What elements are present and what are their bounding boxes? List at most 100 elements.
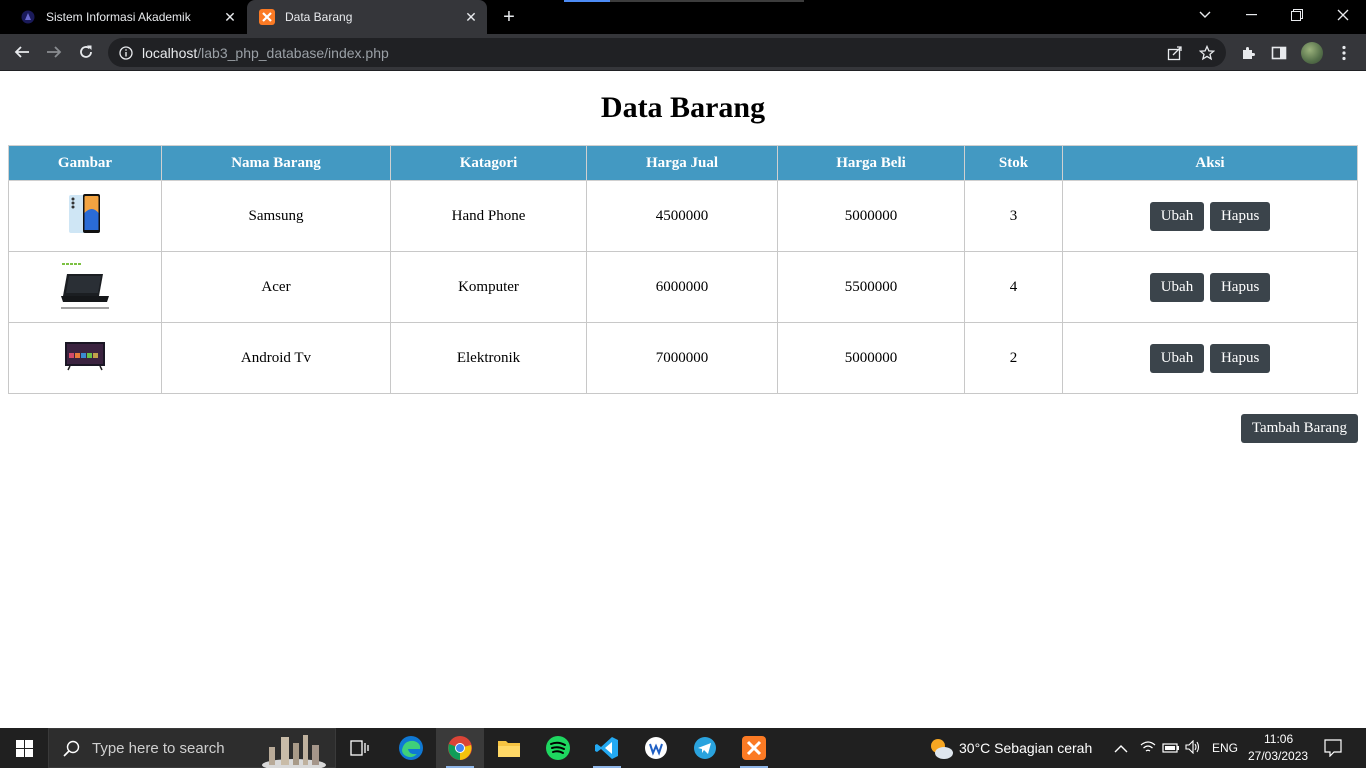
harga-jual-cell: 6000000 bbox=[586, 251, 778, 323]
stok-cell: 3 bbox=[964, 180, 1063, 252]
xampp-favicon-icon bbox=[259, 9, 275, 25]
menu-kebab-icon[interactable] bbox=[1333, 42, 1355, 64]
show-hidden-icons-chevron-icon[interactable] bbox=[1114, 741, 1128, 759]
delete-button[interactable]: Hapus bbox=[1209, 272, 1271, 302]
volume-icon[interactable] bbox=[1185, 739, 1201, 759]
clock-date[interactable]: 27/03/2023 bbox=[1248, 749, 1308, 763]
close-window-icon[interactable] bbox=[1320, 0, 1366, 30]
battery-icon[interactable] bbox=[1162, 741, 1180, 759]
tab-search-chevron-icon[interactable] bbox=[1182, 0, 1228, 30]
bookmark-star-icon[interactable] bbox=[1198, 44, 1216, 62]
tab-data-barang[interactable]: Data Barang ✕ bbox=[247, 0, 487, 34]
column-header-harga-beli: Harga Beli bbox=[777, 145, 965, 181]
extensions-puzzle-icon[interactable] bbox=[1237, 42, 1259, 64]
aksi-cell: Ubah Hapus bbox=[1062, 251, 1358, 323]
new-tab-icon[interactable]: + bbox=[497, 5, 521, 29]
taskbar-search-box[interactable]: Type here to search bbox=[48, 728, 336, 768]
nama-barang-cell: Android Tv bbox=[161, 322, 391, 394]
chrome-browser-icon[interactable] bbox=[436, 728, 484, 768]
table-header-row: Gambar Nama Barang Katagori Harga Jual H… bbox=[8, 145, 1358, 181]
edit-button[interactable]: Ubah bbox=[1149, 343, 1205, 373]
vscode-icon[interactable] bbox=[583, 728, 631, 768]
aksi-cell: Ubah Hapus bbox=[1062, 180, 1358, 252]
university-favicon-icon bbox=[20, 9, 36, 25]
kategori-cell: Elektronik bbox=[390, 322, 587, 394]
page-content: Data Barang Gambar Nama Barang Katagori … bbox=[0, 71, 1366, 728]
notification-center-icon[interactable] bbox=[1324, 739, 1342, 762]
nama-barang-cell: Acer bbox=[161, 251, 391, 323]
harga-beli-cell: 5000000 bbox=[777, 180, 965, 252]
column-header-katagori: Katagori bbox=[390, 145, 587, 181]
laptop-image bbox=[59, 260, 111, 315]
minimize-icon[interactable] bbox=[1228, 0, 1274, 30]
file-explorer-icon[interactable] bbox=[485, 728, 533, 768]
side-panel-icon[interactable] bbox=[1268, 42, 1290, 64]
task-view-icon[interactable] bbox=[336, 728, 384, 768]
search-placeholder: Type here to search bbox=[92, 739, 225, 757]
table-row: Acer Komputer 6000000 5500000 4 Ubah Hap… bbox=[8, 251, 1358, 323]
telegram-icon[interactable] bbox=[681, 728, 729, 768]
wps-office-icon[interactable] bbox=[632, 728, 680, 768]
image-cell bbox=[8, 180, 162, 252]
spotify-icon[interactable] bbox=[534, 728, 582, 768]
harga-beli-cell: 5500000 bbox=[777, 251, 965, 323]
tab-title: Data Barang bbox=[285, 10, 353, 24]
aksi-cell: Ubah Hapus bbox=[1062, 322, 1358, 394]
search-icon bbox=[63, 740, 80, 757]
url-host: localhost bbox=[142, 44, 198, 61]
address-bar[interactable]: localhost/lab3_php_database/index.php bbox=[108, 38, 1226, 67]
close-tab-icon[interactable]: ✕ bbox=[220, 7, 240, 27]
back-arrow-icon[interactable] bbox=[8, 38, 36, 66]
restore-icon[interactable] bbox=[1274, 0, 1320, 30]
reload-icon[interactable] bbox=[72, 38, 100, 66]
xampp-icon[interactable] bbox=[730, 728, 778, 768]
tab-title: Sistem Informasi Akademik bbox=[46, 10, 191, 24]
harga-jual-cell: 4500000 bbox=[586, 180, 778, 252]
windows-taskbar: Type here to search 30°C Sebagian cerah bbox=[0, 728, 1366, 768]
product-table: Gambar Nama Barang Katagori Harga Jual H… bbox=[8, 145, 1358, 394]
table-row: Android Tv Elektronik 7000000 5000000 2 … bbox=[8, 322, 1358, 394]
loading-indicator bbox=[564, 0, 804, 2]
stok-cell: 4 bbox=[964, 251, 1063, 323]
browser-toolbar: localhost/lab3_php_database/index.php bbox=[0, 34, 1366, 71]
delete-button[interactable]: Hapus bbox=[1209, 343, 1271, 373]
column-header-aksi: Aksi bbox=[1062, 145, 1358, 181]
phone-image bbox=[68, 193, 102, 240]
browser-tab-strip: Sistem Informasi Akademik ✕ Data Barang … bbox=[0, 0, 1366, 34]
wifi-icon[interactable] bbox=[1140, 740, 1156, 759]
delete-button[interactable]: Hapus bbox=[1209, 201, 1271, 231]
harga-beli-cell: 5000000 bbox=[777, 322, 965, 394]
share-icon[interactable] bbox=[1166, 44, 1184, 62]
column-header-harga-jual: Harga Jual bbox=[586, 145, 778, 181]
kategori-cell: Hand Phone bbox=[390, 180, 587, 252]
url-path: /lab3_php_database/index.php bbox=[197, 44, 389, 61]
column-header-stok: Stok bbox=[964, 145, 1063, 181]
stok-cell: 2 bbox=[964, 322, 1063, 394]
windows-start-icon[interactable] bbox=[0, 728, 48, 768]
url-text: localhost/lab3_php_database/index.php bbox=[142, 45, 389, 61]
column-header-gambar: Gambar bbox=[8, 145, 162, 181]
add-item-button[interactable]: Tambah Barang bbox=[1240, 414, 1358, 443]
edit-button[interactable]: Ubah bbox=[1149, 201, 1205, 231]
profile-avatar[interactable] bbox=[1301, 42, 1323, 64]
close-tab-icon[interactable]: ✕ bbox=[461, 7, 481, 27]
nama-barang-cell: Samsung bbox=[161, 180, 391, 252]
search-highlight-cityscape-icon bbox=[257, 731, 331, 768]
page-title: Data Barang bbox=[600, 91, 766, 124]
weather-text[interactable]: 30°C Sebagian cerah bbox=[959, 740, 1092, 756]
image-cell bbox=[8, 251, 162, 323]
clock-time[interactable]: 11:06 bbox=[1264, 732, 1293, 746]
column-header-nama-barang: Nama Barang bbox=[161, 145, 391, 181]
edit-button[interactable]: Ubah bbox=[1149, 272, 1205, 302]
forward-arrow-icon[interactable] bbox=[40, 38, 68, 66]
kategori-cell: Komputer bbox=[390, 251, 587, 323]
weather-partly-cloudy-icon bbox=[928, 736, 954, 765]
site-info-icon[interactable] bbox=[119, 45, 133, 60]
tab-sistem-informasi-akademik[interactable]: Sistem Informasi Akademik ✕ bbox=[8, 0, 246, 34]
language-indicator[interactable]: ENG bbox=[1212, 741, 1238, 755]
table-row: Samsung Hand Phone 4500000 5000000 3 Uba… bbox=[8, 180, 1358, 252]
image-cell bbox=[8, 322, 162, 394]
edge-browser-icon[interactable] bbox=[387, 728, 435, 768]
tv-image bbox=[64, 341, 106, 376]
harga-jual-cell: 7000000 bbox=[586, 322, 778, 394]
